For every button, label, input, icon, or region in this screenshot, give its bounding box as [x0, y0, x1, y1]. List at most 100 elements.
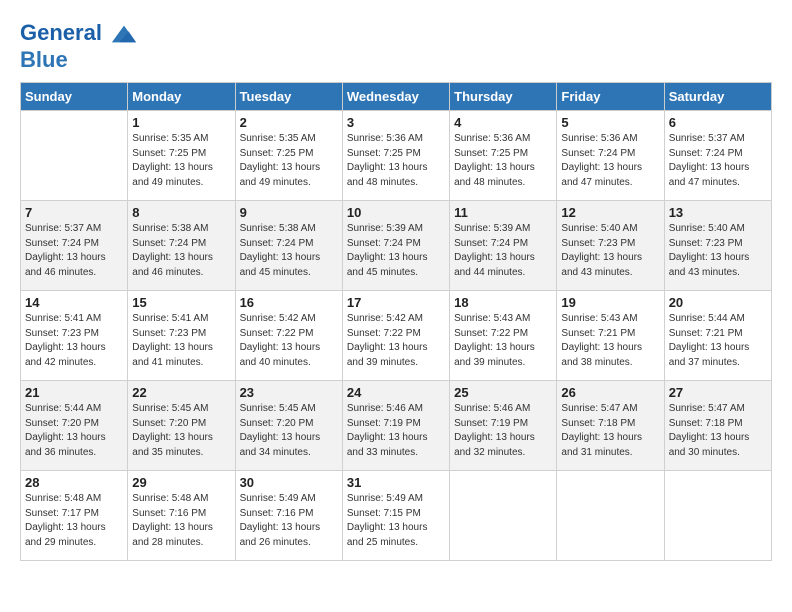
day-number: 5	[561, 115, 659, 130]
day-info: Sunrise: 5:41 AM Sunset: 7:23 PM Dayligh…	[25, 312, 123, 370]
calendar-cell: 6Sunrise: 5:37 AM Sunset: 7:24 PM Daylig…	[664, 111, 771, 201]
calendar-cell: 12 Sunrise: 5:40 AM Sunset: 7:23 PM Dayli…	[557, 201, 664, 291]
day-number: 12	[561, 205, 659, 220]
day-info: Sunrise: 5:40 AM Sunset: 7:23 PM Dayligh…	[669, 222, 767, 280]
calendar-cell: 30 Sunrise: 5:49 AM Sunset: 7:16 PM Dayli…	[235, 471, 342, 561]
calendar-week-row: 21 Sunrise: 5:44 AM Sunset: 7:20 PM Dayli…	[21, 381, 772, 471]
day-number: 3	[347, 115, 445, 130]
calendar-table: SundayMondayTuesdayWednesdayThursdayFrid…	[20, 82, 772, 561]
calendar-cell: 23 Sunrise: 5:45 AM Sunset: 7:20 PM Dayli…	[235, 381, 342, 471]
day-info: Sunrise: 5:39 AM Sunset: 7:24 PM Dayligh…	[454, 222, 552, 280]
day-info: Sunrise: 5:36 AM Sunset: 7:25 PM Dayligh…	[347, 132, 445, 190]
calendar-week-row: 7 Sunrise: 5:37 AM Sunset: 7:24 PM Daylig…	[21, 201, 772, 291]
calendar-cell: 14 Sunrise: 5:41 AM Sunset: 7:23 PM Dayli…	[21, 291, 128, 381]
day-number: 15	[132, 295, 230, 310]
calendar-cell: 10 Sunrise: 5:39 AM Sunset: 7:24 PM Dayli…	[342, 201, 449, 291]
weekday-header: Thursday	[450, 83, 557, 111]
calendar-cell: 20 Sunrise: 5:44 AM Sunset: 7:21 PM Dayli…	[664, 291, 771, 381]
day-info: Sunrise: 5:45 AM Sunset: 7:20 PM Dayligh…	[240, 402, 338, 460]
day-number: 27	[669, 385, 767, 400]
day-info: Sunrise: 5:44 AM Sunset: 7:20 PM Dayligh…	[25, 402, 123, 460]
day-info: Sunrise: 5:39 AM Sunset: 7:24 PM Dayligh…	[347, 222, 445, 280]
calendar-cell: 25Sunrise: 5:46 AM Sunset: 7:19 PM Dayli…	[450, 381, 557, 471]
calendar-cell: 3 Sunrise: 5:36 AM Sunset: 7:25 PM Daylig…	[342, 111, 449, 201]
logo: General Blue	[20, 20, 138, 72]
day-info: Sunrise: 5:43 AM Sunset: 7:22 PM Dayligh…	[454, 312, 552, 370]
day-number: 16	[240, 295, 338, 310]
day-number: 20	[669, 295, 767, 310]
calendar-cell: 26Sunrise: 5:47 AM Sunset: 7:18 PM Dayli…	[557, 381, 664, 471]
calendar-week-row: 14 Sunrise: 5:41 AM Sunset: 7:23 PM Dayli…	[21, 291, 772, 381]
day-info: Sunrise: 5:44 AM Sunset: 7:21 PM Dayligh…	[669, 312, 767, 370]
calendar-body: 1 Sunrise: 5:35 AM Sunset: 7:25 PM Daylig…	[21, 111, 772, 561]
calendar-cell: 16 Sunrise: 5:42 AM Sunset: 7:22 PM Dayli…	[235, 291, 342, 381]
calendar-cell: 2 Sunrise: 5:35 AM Sunset: 7:25 PM Daylig…	[235, 111, 342, 201]
day-info: Sunrise: 5:43 AM Sunset: 7:21 PM Dayligh…	[561, 312, 659, 370]
day-number: 18	[454, 295, 552, 310]
calendar-cell	[664, 471, 771, 561]
day-info: Sunrise: 5:42 AM Sunset: 7:22 PM Dayligh…	[347, 312, 445, 370]
day-number: 28	[25, 475, 123, 490]
day-number: 17	[347, 295, 445, 310]
weekday-header: Saturday	[664, 83, 771, 111]
weekday-header: Friday	[557, 83, 664, 111]
day-number: 23	[240, 385, 338, 400]
weekday-header: Sunday	[21, 83, 128, 111]
day-number: 29	[132, 475, 230, 490]
calendar-cell: 1 Sunrise: 5:35 AM Sunset: 7:25 PM Daylig…	[128, 111, 235, 201]
day-number: 13	[669, 205, 767, 220]
day-number: 1	[132, 115, 230, 130]
calendar-cell: 24 Sunrise: 5:46 AM Sunset: 7:19 PM Dayli…	[342, 381, 449, 471]
day-info: Sunrise: 5:48 AM Sunset: 7:17 PM Dayligh…	[25, 492, 123, 550]
day-number: 30	[240, 475, 338, 490]
day-number: 7	[25, 205, 123, 220]
day-info: Sunrise: 5:36 AM Sunset: 7:25 PM Dayligh…	[454, 132, 552, 190]
weekday-header: Wednesday	[342, 83, 449, 111]
day-info: Sunrise: 5:45 AM Sunset: 7:20 PM Dayligh…	[132, 402, 230, 460]
calendar-cell: 29 Sunrise: 5:48 AM Sunset: 7:16 PM Dayli…	[128, 471, 235, 561]
day-info: Sunrise: 5:38 AM Sunset: 7:24 PM Dayligh…	[132, 222, 230, 280]
day-info: Sunrise: 5:49 AM Sunset: 7:15 PM Dayligh…	[347, 492, 445, 550]
day-number: 19	[561, 295, 659, 310]
day-info: Sunrise: 5:46 AM Sunset: 7:19 PM Dayligh…	[454, 402, 552, 460]
calendar-cell: 8Sunrise: 5:38 AM Sunset: 7:24 PM Daylig…	[128, 201, 235, 291]
logo-text: General Blue	[20, 20, 138, 72]
calendar-cell: 22 Sunrise: 5:45 AM Sunset: 7:20 PM Dayli…	[128, 381, 235, 471]
day-info: Sunrise: 5:37 AM Sunset: 7:24 PM Dayligh…	[25, 222, 123, 280]
day-info: Sunrise: 5:35 AM Sunset: 7:25 PM Dayligh…	[132, 132, 230, 190]
day-number: 22	[132, 385, 230, 400]
day-info: Sunrise: 5:37 AM Sunset: 7:24 PM Dayligh…	[669, 132, 767, 190]
day-number: 11	[454, 205, 552, 220]
weekday-header: Tuesday	[235, 83, 342, 111]
day-number: 10	[347, 205, 445, 220]
day-number: 4	[454, 115, 552, 130]
calendar-header-row: SundayMondayTuesdayWednesdayThursdayFrid…	[21, 83, 772, 111]
day-info: Sunrise: 5:47 AM Sunset: 7:18 PM Dayligh…	[561, 402, 659, 460]
day-info: Sunrise: 5:38 AM Sunset: 7:24 PM Dayligh…	[240, 222, 338, 280]
calendar-cell: 27Sunrise: 5:47 AM Sunset: 7:18 PM Dayli…	[664, 381, 771, 471]
calendar-cell: 9 Sunrise: 5:38 AM Sunset: 7:24 PM Daylig…	[235, 201, 342, 291]
weekday-header: Monday	[128, 83, 235, 111]
day-info: Sunrise: 5:42 AM Sunset: 7:22 PM Dayligh…	[240, 312, 338, 370]
day-info: Sunrise: 5:41 AM Sunset: 7:23 PM Dayligh…	[132, 312, 230, 370]
day-info: Sunrise: 5:36 AM Sunset: 7:24 PM Dayligh…	[561, 132, 659, 190]
day-info: Sunrise: 5:48 AM Sunset: 7:16 PM Dayligh…	[132, 492, 230, 550]
day-number: 9	[240, 205, 338, 220]
day-number: 24	[347, 385, 445, 400]
day-number: 14	[25, 295, 123, 310]
day-info: Sunrise: 5:49 AM Sunset: 7:16 PM Dayligh…	[240, 492, 338, 550]
calendar-cell: 28 Sunrise: 5:48 AM Sunset: 7:17 PM Dayli…	[21, 471, 128, 561]
day-info: Sunrise: 5:46 AM Sunset: 7:19 PM Dayligh…	[347, 402, 445, 460]
day-info: Sunrise: 5:40 AM Sunset: 7:23 PM Dayligh…	[561, 222, 659, 280]
calendar-cell: 18 Sunrise: 5:43 AM Sunset: 7:22 PM Dayli…	[450, 291, 557, 381]
calendar-cell: 17 Sunrise: 5:42 AM Sunset: 7:22 PM Dayli…	[342, 291, 449, 381]
calendar-cell	[557, 471, 664, 561]
day-info: Sunrise: 5:35 AM Sunset: 7:25 PM Dayligh…	[240, 132, 338, 190]
day-number: 2	[240, 115, 338, 130]
day-number: 21	[25, 385, 123, 400]
calendar-cell: 31Sunrise: 5:49 AM Sunset: 7:15 PM Dayli…	[342, 471, 449, 561]
calendar-week-row: 28 Sunrise: 5:48 AM Sunset: 7:17 PM Dayli…	[21, 471, 772, 561]
calendar-cell	[450, 471, 557, 561]
calendar-cell: 21 Sunrise: 5:44 AM Sunset: 7:20 PM Dayli…	[21, 381, 128, 471]
calendar-cell: 15 Sunrise: 5:41 AM Sunset: 7:23 PM Dayli…	[128, 291, 235, 381]
